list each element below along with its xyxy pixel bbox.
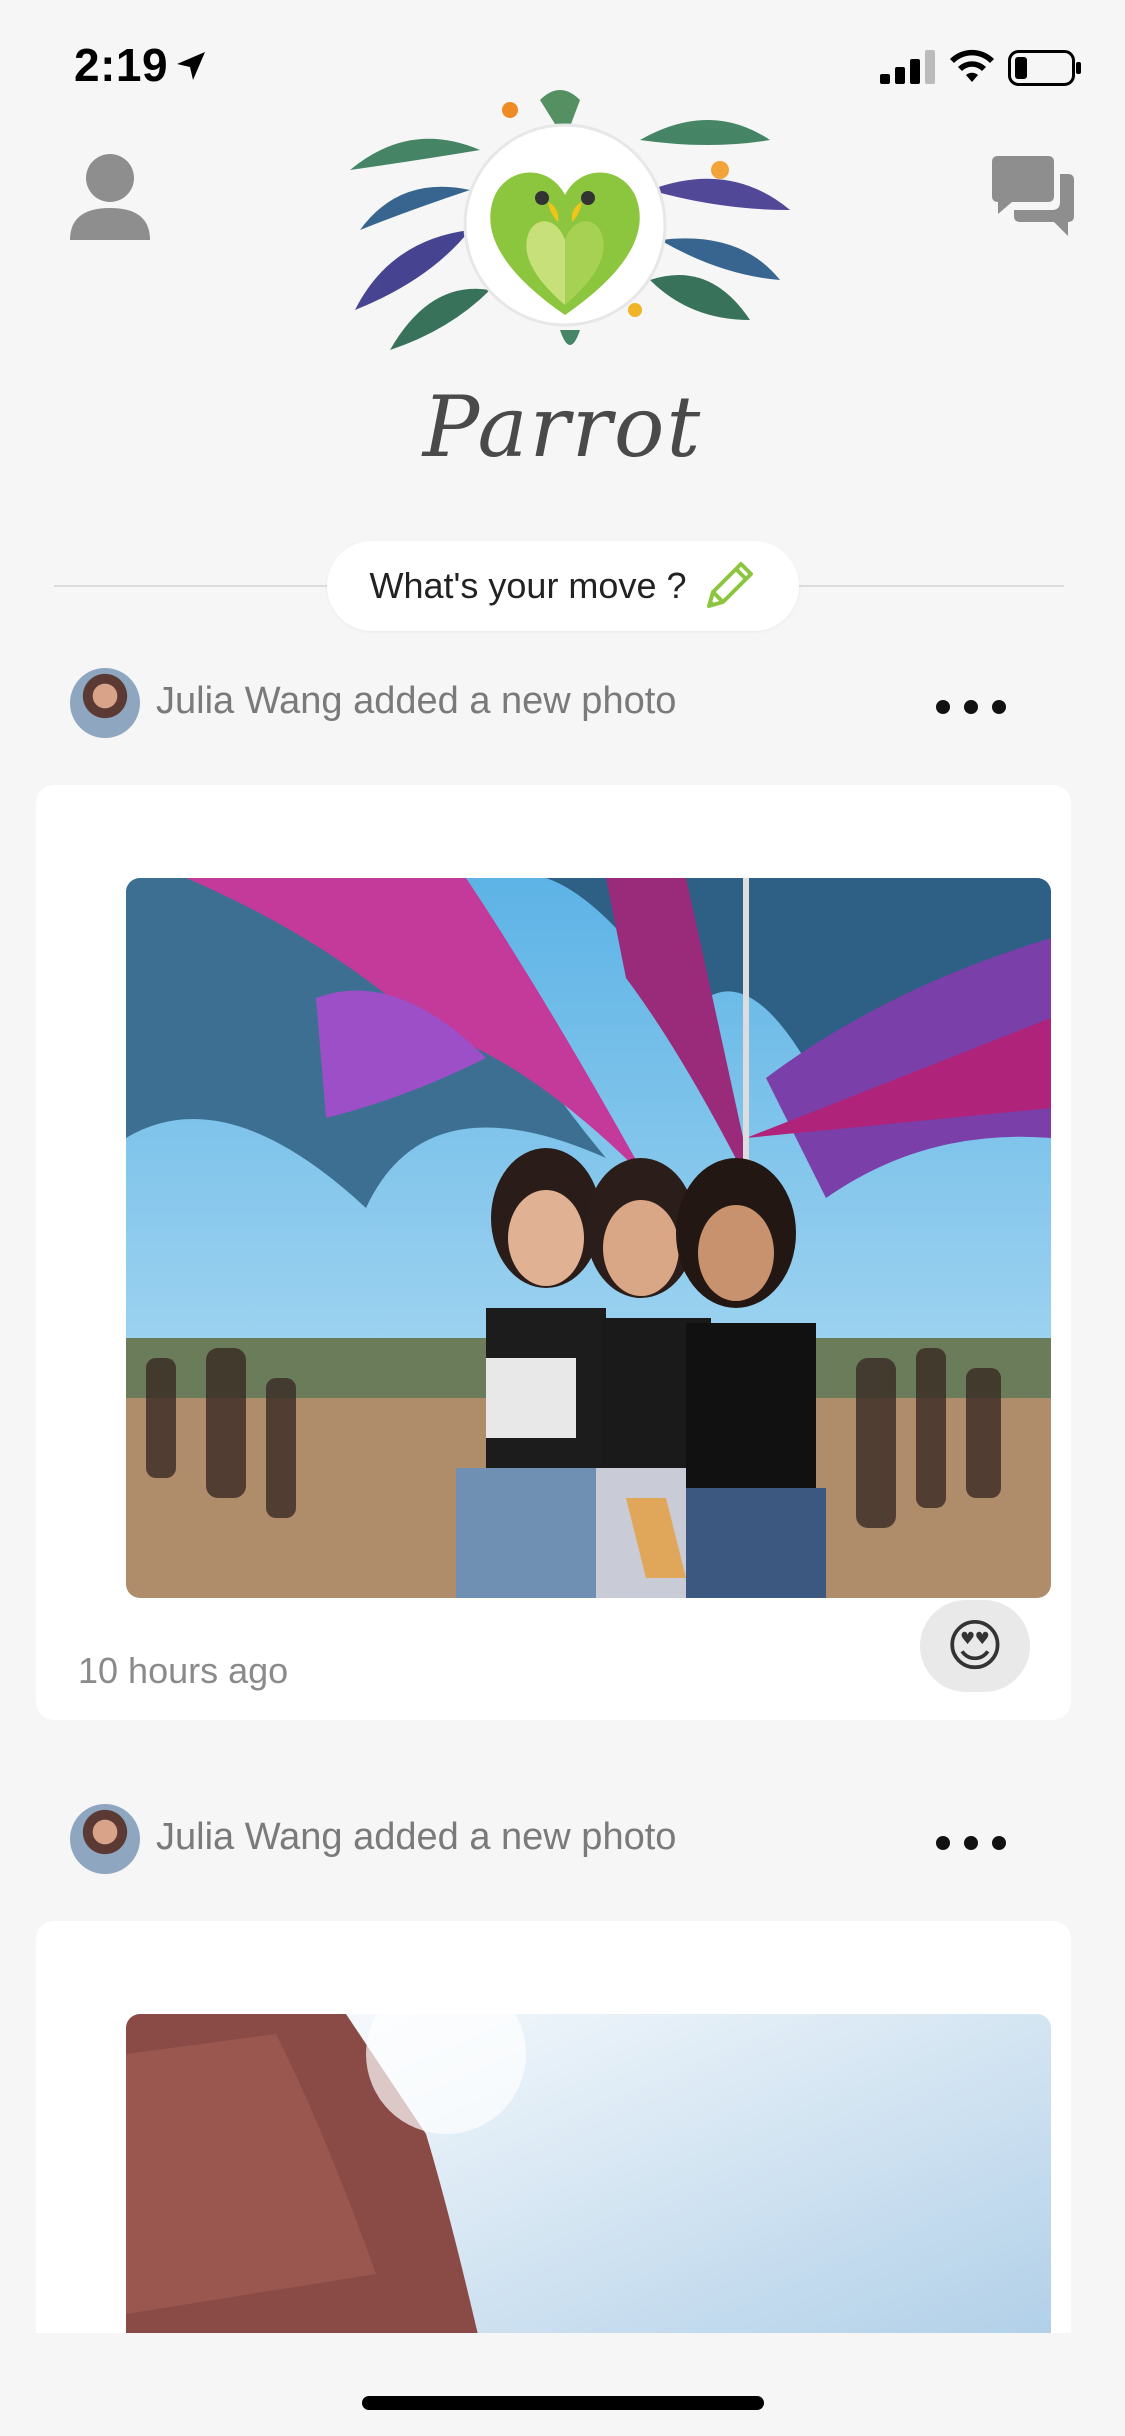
location-arrow-icon xyxy=(177,52,205,80)
bottom-safe-area xyxy=(0,2333,1125,2436)
app-screen: 2:19 Parrot What's your move ? Julia Wan… xyxy=(0,0,1125,2436)
battery-icon xyxy=(1008,50,1081,86)
app-brand-name: Parrot xyxy=(422,378,703,476)
feed-photo[interactable] xyxy=(126,878,1051,1598)
dot-icon xyxy=(964,1836,978,1850)
parrot-logo xyxy=(330,80,800,370)
avatar[interactable] xyxy=(70,1804,140,1874)
dot-icon xyxy=(936,700,950,714)
cellular-signal-icon xyxy=(880,50,935,84)
reaction-button[interactable]: 😍 xyxy=(920,1600,1030,1692)
feed-item-title: Julia Wang added a new photo xyxy=(156,1816,677,1858)
dot-icon xyxy=(992,700,1006,714)
pencil-icon xyxy=(706,562,753,608)
compose-prompt: What's your move ? xyxy=(369,565,687,606)
dot-icon xyxy=(936,1836,950,1850)
more-options-button[interactable] xyxy=(936,1818,1006,1868)
heart-eyes-emoji-icon: 😍 xyxy=(945,1614,1005,1677)
festival-photo xyxy=(126,878,1051,1598)
avatar[interactable] xyxy=(70,668,140,738)
profile-button[interactable] xyxy=(68,152,152,242)
feed-item-header: Julia Wang added a new photo xyxy=(70,668,1070,738)
home-indicator[interactable] xyxy=(362,2396,764,2410)
chat-bubbles-icon[interactable] xyxy=(988,152,1078,242)
status-time: 2:19 xyxy=(74,39,169,91)
more-options-button[interactable] xyxy=(936,682,1006,732)
feed-item-header: Julia Wang added a new photo xyxy=(70,1804,1070,1874)
wifi-icon xyxy=(950,49,994,82)
feed-card: 10 hours ago 😍 xyxy=(36,785,1071,1720)
dot-icon xyxy=(992,1836,1006,1850)
parrot-logo-illustration xyxy=(350,90,790,350)
post-timestamp: 10 hours ago xyxy=(78,1650,289,1691)
feed-item-title: Julia Wang added a new photo xyxy=(156,680,677,722)
dot-icon xyxy=(964,700,978,714)
compose-post-button[interactable]: What's your move ? xyxy=(327,541,799,631)
